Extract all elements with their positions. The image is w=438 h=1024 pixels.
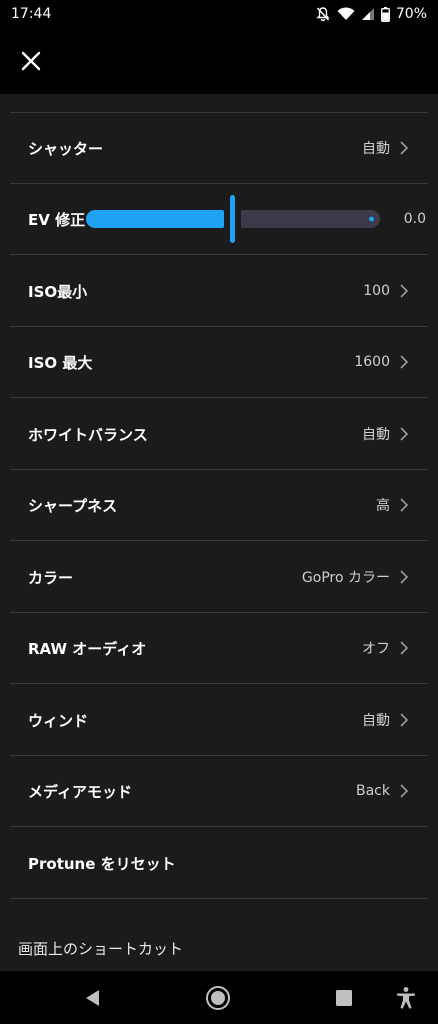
setting-label: Protune をリセット	[28, 854, 176, 873]
chevron-right-icon	[400, 784, 409, 798]
nav-back-button[interactable]	[80, 985, 106, 1011]
setting-value: 1600	[354, 354, 390, 370]
system-nav-bar	[0, 971, 438, 1024]
nav-home-icon	[206, 986, 230, 1010]
ev-slider-track[interactable]	[241, 210, 380, 228]
chevron-right-icon	[400, 641, 409, 655]
battery-percent: 70%	[395, 6, 427, 22]
setting-value: 100	[363, 283, 390, 299]
chevron-right-icon	[400, 141, 409, 155]
setting-value: 高	[376, 498, 390, 514]
wifi-icon	[337, 7, 355, 20]
settings-list: シャッター 自動 EV 修正 0.0 ISO最小 100 ISO 最大 1600…	[0, 94, 438, 971]
close-icon	[21, 51, 41, 71]
setting-row-raw-audio[interactable]: RAW オーディオ オフ	[10, 613, 428, 684]
setting-value: オフ	[362, 641, 390, 657]
bell-off-icon	[316, 7, 330, 22]
setting-row-shutter[interactable]: シャッター 自動	[10, 113, 428, 184]
battery-icon	[380, 6, 390, 22]
setting-label: メディアモッド	[28, 782, 132, 801]
nav-recents-button[interactable]	[331, 985, 357, 1011]
setting-label: シャッター	[28, 139, 104, 158]
setting-row-iso-min[interactable]: ISO最小 100	[10, 256, 428, 327]
setting-row-protune-reset[interactable]: Protune をリセット	[10, 828, 428, 899]
setting-row-wind[interactable]: ウィンド 自動	[10, 685, 428, 756]
status-time: 17:44	[11, 6, 52, 22]
chevron-right-icon	[400, 427, 409, 441]
ev-slider-filled-track[interactable]	[86, 210, 224, 228]
setting-label: ホワイトバランス	[28, 425, 148, 444]
setting-row-ev-correction: EV 修正 0.0	[10, 184, 428, 255]
setting-label: RAW オーディオ	[28, 639, 147, 658]
chevron-right-icon	[400, 713, 409, 727]
setting-label: ISO 最大	[28, 353, 93, 372]
section-header-shortcuts: 画面上のショートカット	[18, 940, 184, 958]
setting-label: カラー	[28, 568, 74, 587]
setting-value: 自動	[362, 141, 390, 157]
setting-label: シャープネス	[28, 496, 118, 515]
setting-row-color[interactable]: カラー GoPro カラー	[10, 542, 428, 613]
setting-label: EV 修正	[28, 210, 86, 229]
setting-row-media-mod[interactable]: メディアモッド Back	[10, 756, 428, 827]
accessibility-button[interactable]	[393, 985, 419, 1011]
status-icons: 70%	[315, 6, 427, 22]
signal-icon	[361, 8, 374, 20]
nav-back-icon	[86, 990, 99, 1006]
setting-row-iso-max[interactable]: ISO 最大 1600	[10, 327, 428, 398]
close-button[interactable]	[16, 46, 46, 76]
setting-value: Back	[356, 783, 390, 799]
chevron-right-icon	[400, 570, 409, 584]
setting-row-sharpness[interactable]: シャープネス 高	[10, 470, 428, 541]
setting-value: GoPro カラー	[301, 570, 390, 586]
accessibility-icon	[397, 987, 415, 1009]
setting-label: ウィンド	[28, 711, 89, 730]
chevron-right-icon	[400, 498, 409, 512]
setting-label: ISO最小	[28, 282, 88, 301]
setting-row-white-balance[interactable]: ホワイトバランス 自動	[10, 399, 428, 470]
nav-recents-icon	[336, 990, 352, 1006]
setting-value: 自動	[362, 427, 390, 443]
top-bar	[0, 28, 438, 94]
chevron-right-icon	[400, 355, 409, 369]
chevron-right-icon	[400, 284, 409, 298]
ev-slider-thumb[interactable]	[230, 195, 235, 243]
ev-value: 0.0	[403, 211, 426, 227]
status-bar: 17:44 70%	[0, 0, 438, 28]
ev-slider-end-dot	[369, 216, 374, 222]
nav-home-button[interactable]	[205, 985, 231, 1011]
setting-value: 自動	[362, 713, 390, 729]
